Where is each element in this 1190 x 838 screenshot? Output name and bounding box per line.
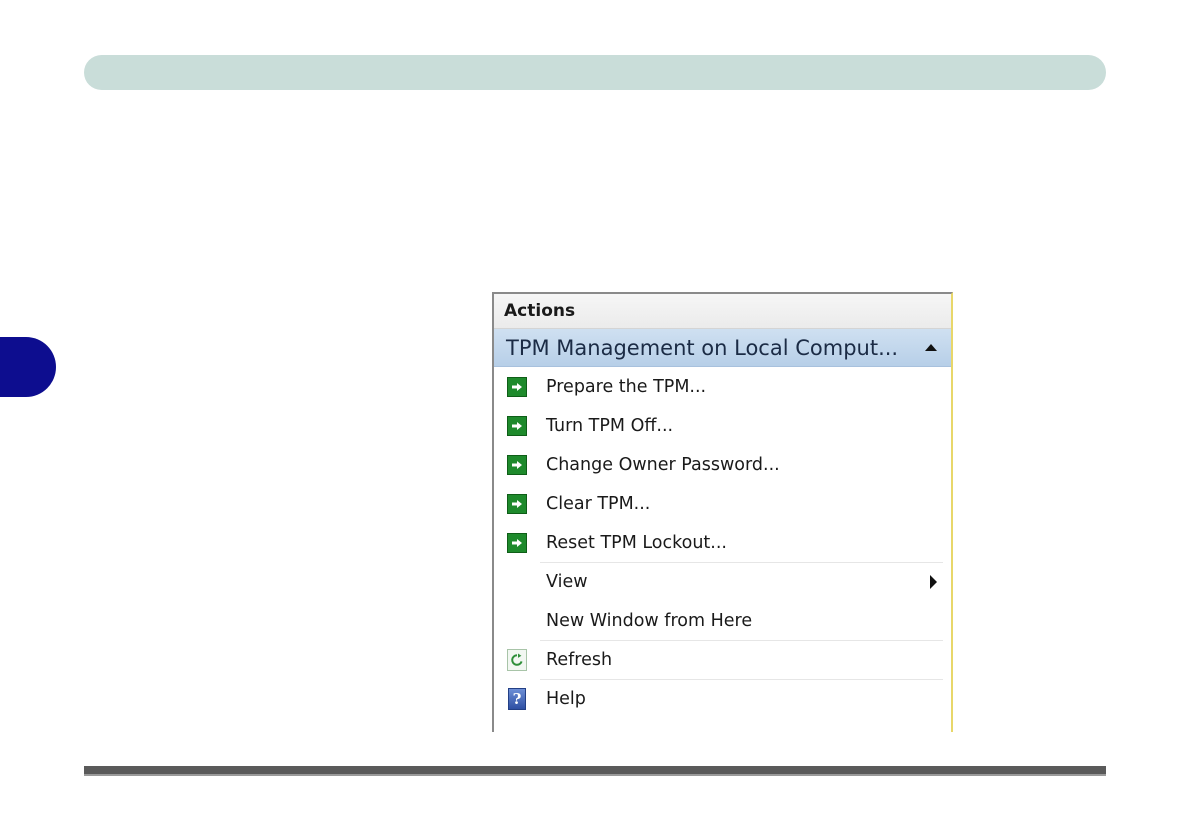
action-prepare-tpm[interactable]: Prepare the TPM... [494, 367, 951, 406]
action-label: New Window from Here [546, 610, 753, 631]
green-arrow-icon [507, 532, 527, 553]
action-label: Refresh [546, 649, 613, 670]
help-icon: ? [508, 687, 526, 710]
action-help[interactable]: ? Help [494, 679, 951, 718]
action-label: Change Owner Password... [546, 454, 780, 475]
refresh-icon [507, 648, 527, 671]
action-label: Prepare the TPM... [546, 376, 707, 397]
action-turn-tpm-off[interactable]: Turn TPM Off... [494, 406, 951, 445]
submenu-arrow-icon [930, 574, 937, 589]
page-header-bar [84, 55, 1106, 90]
action-change-owner-password[interactable]: Change Owner Password... [494, 445, 951, 484]
action-label: Reset TPM Lockout... [546, 532, 727, 553]
action-label: Turn TPM Off... [546, 415, 674, 436]
actions-panel-header: Actions [494, 294, 951, 329]
tpm-management-group-header[interactable]: TPM Management on Local Comput... [494, 329, 951, 367]
action-label: View [546, 571, 588, 592]
action-new-window-from-here[interactable]: New Window from Here [494, 601, 951, 641]
empty-icon-slot [505, 570, 529, 594]
footer-rule [84, 766, 1106, 776]
green-arrow-icon [507, 454, 527, 475]
green-arrow-icon [507, 376, 527, 397]
action-label: Clear TPM... [546, 493, 651, 514]
green-arrow-icon [507, 415, 527, 436]
actions-panel-title: Actions [504, 301, 576, 321]
action-reset-tpm-lockout[interactable]: Reset TPM Lockout... [494, 523, 951, 563]
action-label: Help [546, 688, 586, 709]
group-title: TPM Management on Local Comput... [506, 335, 899, 360]
collapse-up-icon[interactable] [925, 344, 937, 351]
chapter-tab [0, 337, 56, 397]
empty-icon-slot [505, 609, 529, 633]
action-view[interactable]: View [494, 562, 951, 601]
action-refresh[interactable]: Refresh [494, 640, 951, 680]
green-arrow-icon [507, 493, 527, 514]
actions-panel: Actions TPM Management on Local Comput..… [492, 292, 953, 732]
action-clear-tpm[interactable]: Clear TPM... [494, 484, 951, 523]
